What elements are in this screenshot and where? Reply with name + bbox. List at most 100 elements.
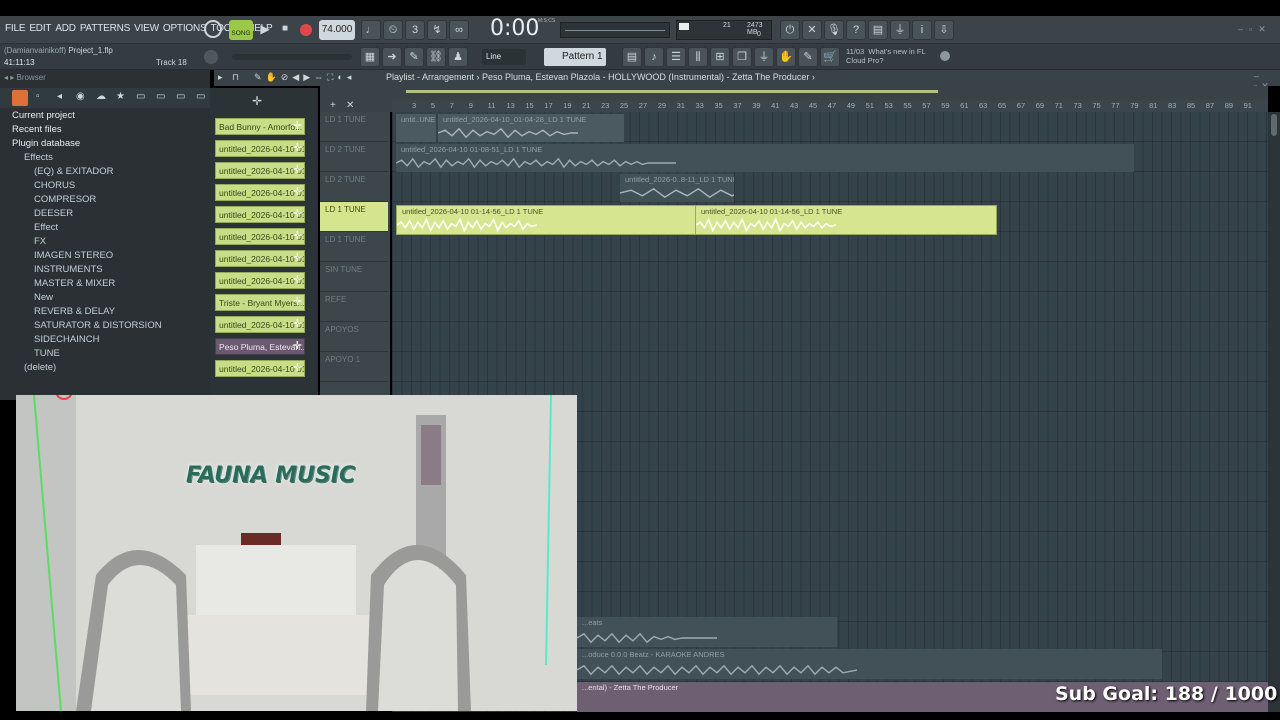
plug-icon[interactable]: ⏚ <box>890 20 910 40</box>
channel-button[interactable]: untitled_2026-04-10 01-...✛ <box>215 360 305 377</box>
clip-selected[interactable]: untitled_2026-04-10 01-14-56_LD 1 TUNE <box>396 205 696 235</box>
browser-folder2-icon[interactable]: ▭ <box>156 91 165 102</box>
browser-collapse-icon[interactable]: ▭ <box>196 91 205 102</box>
metronome-icon[interactable]: ♩ <box>361 20 381 40</box>
playlist-overview[interactable] <box>392 86 1268 100</box>
link-icon[interactable]: ⛓ <box>426 47 446 67</box>
playlist-tools[interactable]: ✎✋⊘◀▶⇔⛶◐◂ <box>254 72 355 83</box>
browser-item[interactable]: MASTER & MIXER <box>34 278 115 292</box>
browser-star-icon[interactable]: ★ <box>116 91 125 102</box>
browser-item[interactable]: Effect <box>34 222 58 236</box>
channel-plus-icon[interactable]: ✛ <box>293 319 302 330</box>
cpu-dial-icon[interactable] <box>204 20 222 38</box>
menu-edit[interactable]: EDIT <box>29 23 51 34</box>
browser-item[interactable]: Plugin database <box>12 138 80 152</box>
stamp-icon[interactable]: ♟ <box>448 47 468 67</box>
browser-plugin-icon[interactable]: ◉ <box>76 91 85 102</box>
track-close-icon[interactable]: ✕ <box>346 100 354 111</box>
wait-input-icon[interactable]: ⏲ <box>383 20 403 40</box>
browser-item[interactable]: DEESER <box>34 208 73 222</box>
channel-button[interactable]: untitled_2026-04-10 01-...✛ <box>215 206 305 223</box>
browser-item[interactable]: New <box>34 292 53 306</box>
browser-speaker-icon[interactable]: ◂ <box>57 91 62 102</box>
arrow-icon[interactable]: ➜ <box>382 47 402 67</box>
news-panel[interactable]: 11/03 What's new in FL Cloud Pro? <box>846 47 926 65</box>
menu-options[interactable]: OPTIONS <box>163 23 207 34</box>
vertical-scrollbar[interactable] <box>1268 112 1280 712</box>
channel-button[interactable]: Bad Bunny - Amorfo... ✛ <box>215 118 305 135</box>
track-header[interactable]: LD 1 TUNE <box>320 232 388 262</box>
browser-item[interactable]: SATURATOR & DISTORSION <box>34 320 162 334</box>
playlist-menu-icon[interactable]: ▸ <box>218 72 223 83</box>
save-icon[interactable]: ▤ <box>868 20 888 40</box>
browser-icon[interactable]: ❐ <box>732 47 752 67</box>
playlist-icon[interactable]: ▤ <box>622 47 642 67</box>
browser-folder-icon[interactable]: ▭ <box>136 91 145 102</box>
snap-select[interactable]: Line <box>482 49 526 65</box>
channel-plus-icon[interactable]: ✛ <box>293 143 302 154</box>
channel-button[interactable]: Triste - Bryant Myers... ✛ <box>215 294 305 311</box>
browser-item[interactable]: (delete) <box>24 362 56 376</box>
track-add-icon[interactable]: + <box>330 100 336 111</box>
clip[interactable]: untit..UNE <box>396 114 436 142</box>
channel-plus-icon[interactable]: ✛ <box>293 363 302 374</box>
clip[interactable]: untitled_2026-04-10_01-04-28_LD 1 TUNE <box>438 114 624 142</box>
browser-item[interactable]: SIDECHAINCH <box>34 334 99 348</box>
channel-plus-icon[interactable]: ✛ <box>293 121 302 132</box>
cart-icon[interactable]: 🛒 <box>820 47 840 67</box>
song-mode-button[interactable]: SONG <box>229 20 253 40</box>
pencil-icon[interactable]: ✎ <box>404 47 424 67</box>
export-icon[interactable]: ⇩ <box>934 20 954 40</box>
channel-plus-icon[interactable]: ✛ <box>293 297 302 308</box>
track-header[interactable]: APOYOS <box>320 322 388 352</box>
browser-item[interactable]: COMPRESOR <box>34 194 96 208</box>
browser-folder3-icon[interactable]: ▭ <box>176 91 185 102</box>
browser-file-icon[interactable]: ▫ <box>36 91 40 102</box>
channel-button[interactable]: untitled_2026-04-10 01-...✛ <box>215 184 305 201</box>
clip[interactable]: ...oduce 0.0.0 Beatz - KARAOKE ANDRES <box>577 649 1162 679</box>
piano-icon[interactable]: ▦ <box>360 47 380 67</box>
channel-plus-icon[interactable]: ✛ <box>293 253 302 264</box>
track-header[interactable]: APOYO 1 <box>320 352 388 382</box>
clip-selected[interactable]: untitled_2026-04-10 01-14-56_LD 1 TUNE <box>695 205 997 235</box>
pattern-selector[interactable]: Pattern 1 <box>544 48 606 66</box>
plug-in-icon[interactable]: ⏚ <box>754 47 774 67</box>
browser-cloud-icon[interactable]: ☁ <box>96 91 106 102</box>
menu-patterns[interactable]: PATTERNS <box>80 23 130 34</box>
browser-item[interactable]: FX <box>34 236 46 250</box>
channel-add-icon[interactable]: ✛ <box>252 94 262 108</box>
window-controls[interactable]: –▫✕ <box>1238 24 1272 35</box>
news-globe-icon[interactable] <box>940 51 950 61</box>
browser-item[interactable]: IMAGEN STEREO <box>34 250 113 264</box>
channel-plus-icon[interactable]: ✛ <box>293 165 302 176</box>
channel-button[interactable]: untitled_2026-04-10 01-...✛ <box>215 228 305 245</box>
channel-plus-icon[interactable]: ✛ <box>293 275 302 286</box>
loop-record-icon[interactable]: ∞ <box>449 20 469 40</box>
menu-file[interactable]: FILE <box>5 23 26 34</box>
play-icon[interactable]: ▶ <box>255 20 275 40</box>
magnet-icon[interactable]: ⊓ <box>232 72 239 83</box>
browser-item[interactable]: Recent files <box>12 124 62 138</box>
power-icon[interactable]: ⏻ <box>780 20 800 40</box>
info-icon[interactable]: i <box>912 20 932 40</box>
timeline-ruler[interactable]: 3 5 7 9 11 13 15 17 19 21 23 25 27 29 31 33 35 37 39 41 43 45… <box>392 100 1268 112</box>
browser-item[interactable]: CHORUS <box>34 180 75 194</box>
mixer-view-icon[interactable]: ⫼ <box>688 47 708 67</box>
browser-item[interactable]: INSTRUMENTS <box>34 264 103 278</box>
browser-item[interactable]: REVERB & DELAY <box>34 306 115 320</box>
browser-item[interactable]: Current project <box>12 110 75 124</box>
channel-button[interactable]: untitled_2026-04-10 01-...✛ <box>215 162 305 179</box>
clip[interactable]: untitled_2026-0..8-11_LD 1 TUNE <box>620 174 734 202</box>
browser-all-icon[interactable] <box>12 90 28 106</box>
browser-item[interactable]: (EQ) & EXITADOR <box>34 166 114 180</box>
plugin-picker-icon[interactable]: ⊞ <box>710 47 730 67</box>
microphone-icon[interactable]: 🎙 <box>824 20 844 40</box>
menu-view[interactable]: VIEW <box>134 23 159 34</box>
mixer-icon[interactable]: ✕ <box>802 20 822 40</box>
blend-icon[interactable]: ↯ <box>427 20 447 40</box>
menu-add[interactable]: ADD <box>55 23 76 34</box>
channel-rack-icon[interactable]: ☰ <box>666 47 686 67</box>
channel-plus-icon[interactable]: ✛ <box>293 231 302 242</box>
channel-plus-icon[interactable]: ✛ <box>293 187 302 198</box>
piano-roll-icon[interactable]: ♪ <box>644 47 664 67</box>
